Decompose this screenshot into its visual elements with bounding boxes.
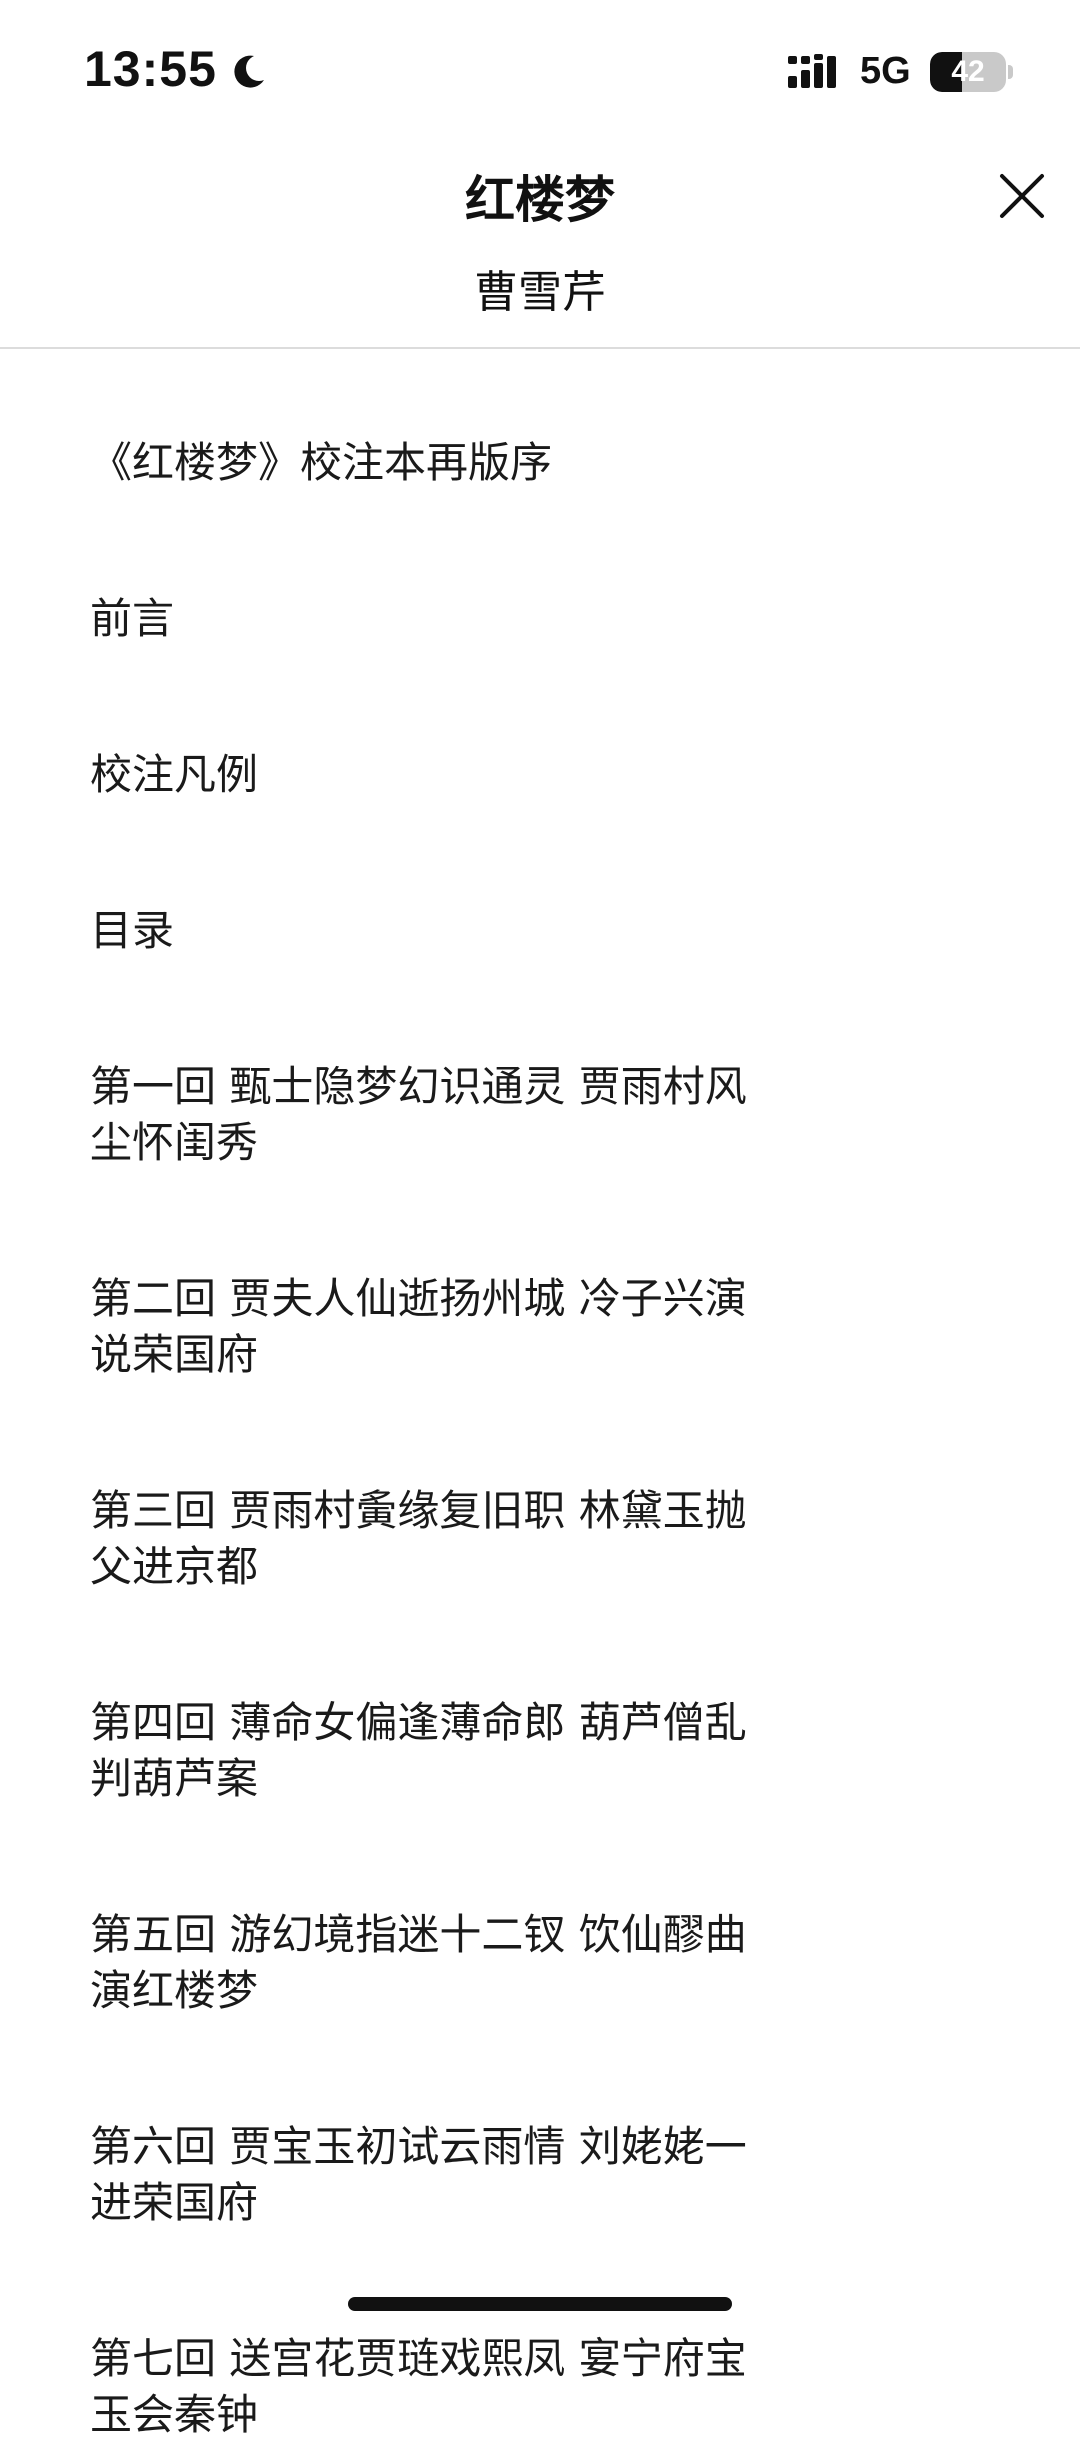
status-time: 13:55 xyxy=(84,41,217,97)
toc-item[interactable]: 第三回 贾雨村夤缘复旧职 林黛玉抛父进京都 xyxy=(90,1483,750,1595)
battery-icon: 42 xyxy=(930,52,1006,92)
toc-item[interactable]: 前言 xyxy=(90,591,750,647)
book-header: 红楼梦 曹雪芹 xyxy=(0,140,1080,349)
toc-item[interactable]: 《红楼梦》校注本再版序 xyxy=(90,435,750,491)
home-indicator[interactable] xyxy=(348,2297,732,2311)
battery-level-text: 42 xyxy=(951,55,985,88)
toc-item[interactable]: 第四回 薄命女偏逢薄命郎 葫芦僧乱判葫芦案 xyxy=(90,1695,750,1807)
close-icon[interactable] xyxy=(990,164,1054,228)
toc-item[interactable]: 第六回 贾宝玉初试云雨情 刘姥姥一进荣国府 xyxy=(90,2119,750,2231)
battery-cap xyxy=(1008,65,1013,79)
toc-item[interactable]: 第五回 游幻境指迷十二钗 饮仙醪曲演红楼梦 xyxy=(90,1907,750,2019)
toc-item[interactable]: 第七回 送宫花贾琏戏熙凤 宴宁府宝玉会秦钟 xyxy=(90,2331,750,2443)
toc-item[interactable]: 第一回 甄士隐梦幻识通灵 贾雨村风尘怀闺秀 xyxy=(90,1059,750,1171)
book-author: 曹雪芹 xyxy=(474,267,606,318)
book-title: 红楼梦 xyxy=(465,171,615,229)
moon-icon xyxy=(234,55,264,88)
network-label: 5G xyxy=(860,50,911,92)
toc-item[interactable]: 校注凡例 xyxy=(90,747,750,803)
signal-icon xyxy=(788,54,836,88)
status-bar: 13:55 5G 42 xyxy=(0,0,1080,140)
toc-item[interactable]: 第二回 贾夫人仙逝扬州城 冷子兴演说荣国府 xyxy=(90,1271,750,1383)
toc-item[interactable]: 目录 xyxy=(90,903,750,959)
